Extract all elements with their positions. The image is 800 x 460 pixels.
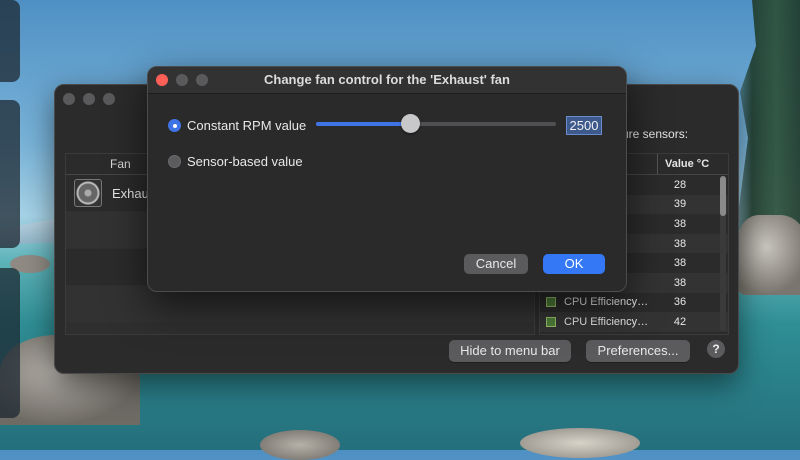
sensor-scrollbar[interactable] — [720, 176, 726, 331]
chip-icon — [546, 316, 556, 327]
value-column-header[interactable]: Value °C — [658, 154, 709, 174]
constant-rpm-option[interactable]: Constant RPM value — [168, 118, 306, 133]
table-row[interactable]: CPU Efficiency… 36 — [540, 293, 728, 313]
table-row[interactable]: CPU Efficiency… 42 — [540, 312, 728, 332]
sensor-value: 38 — [673, 237, 687, 250]
sensor-name: CPU Efficiency… — [564, 296, 649, 309]
fan-icon — [74, 179, 102, 207]
close-button[interactable] — [63, 93, 75, 105]
zoom-button[interactable] — [103, 93, 115, 105]
sensor-based-radio[interactable] — [168, 155, 181, 168]
cancel-button[interactable]: Cancel — [464, 254, 528, 274]
sensor-value: 36 — [673, 296, 687, 309]
sensors-label: ure sensors: — [622, 127, 689, 141]
constant-rpm-radio[interactable] — [168, 119, 181, 132]
zoom-button[interactable] — [196, 74, 208, 86]
sensor-value: 38 — [673, 217, 687, 230]
sensor-value: 38 — [673, 276, 687, 289]
sensor-value: 38 — [673, 257, 687, 270]
sensor-based-option[interactable]: Sensor-based value — [168, 154, 303, 169]
window-controls — [63, 93, 115, 105]
background-panel — [0, 100, 20, 248]
close-button[interactable] — [156, 74, 168, 86]
ok-button[interactable]: OK — [543, 254, 605, 274]
background-panel — [0, 0, 20, 82]
rpm-slider-fill — [316, 122, 410, 126]
minimize-button[interactable] — [83, 93, 95, 105]
desktop-rock-bottom-left — [260, 430, 340, 460]
constant-rpm-label: Constant RPM value — [187, 118, 307, 133]
sensor-value: 42 — [673, 315, 687, 328]
preferences-button[interactable]: Preferences... — [586, 340, 690, 362]
hide-to-menu-bar-button[interactable]: Hide to menu bar — [449, 340, 571, 362]
sensor-value: 28 — [673, 178, 687, 191]
dialog-title: Change fan control for the 'Exhaust' fan — [148, 67, 626, 94]
dialog-window-controls — [156, 74, 208, 86]
rpm-slider-knob[interactable] — [400, 114, 420, 133]
rpm-value-field[interactable]: 2500 — [566, 116, 602, 135]
desktop-rocks-right — [738, 215, 800, 295]
background-panel — [0, 268, 20, 418]
sensor-name: CPU Efficiency… — [564, 315, 649, 328]
rpm-slider[interactable] — [316, 114, 556, 133]
chip-icon — [546, 297, 556, 308]
scrollbar-thumb[interactable] — [720, 176, 726, 216]
help-button[interactable]: ? — [707, 340, 725, 358]
sensor-value: 39 — [673, 198, 687, 211]
desktop-rock-bottom — [520, 428, 640, 458]
fan-control-dialog: Change fan control for the 'Exhaust' fan… — [147, 66, 627, 292]
minimize-button[interactable] — [176, 74, 188, 86]
sensor-based-label: Sensor-based value — [187, 154, 303, 169]
